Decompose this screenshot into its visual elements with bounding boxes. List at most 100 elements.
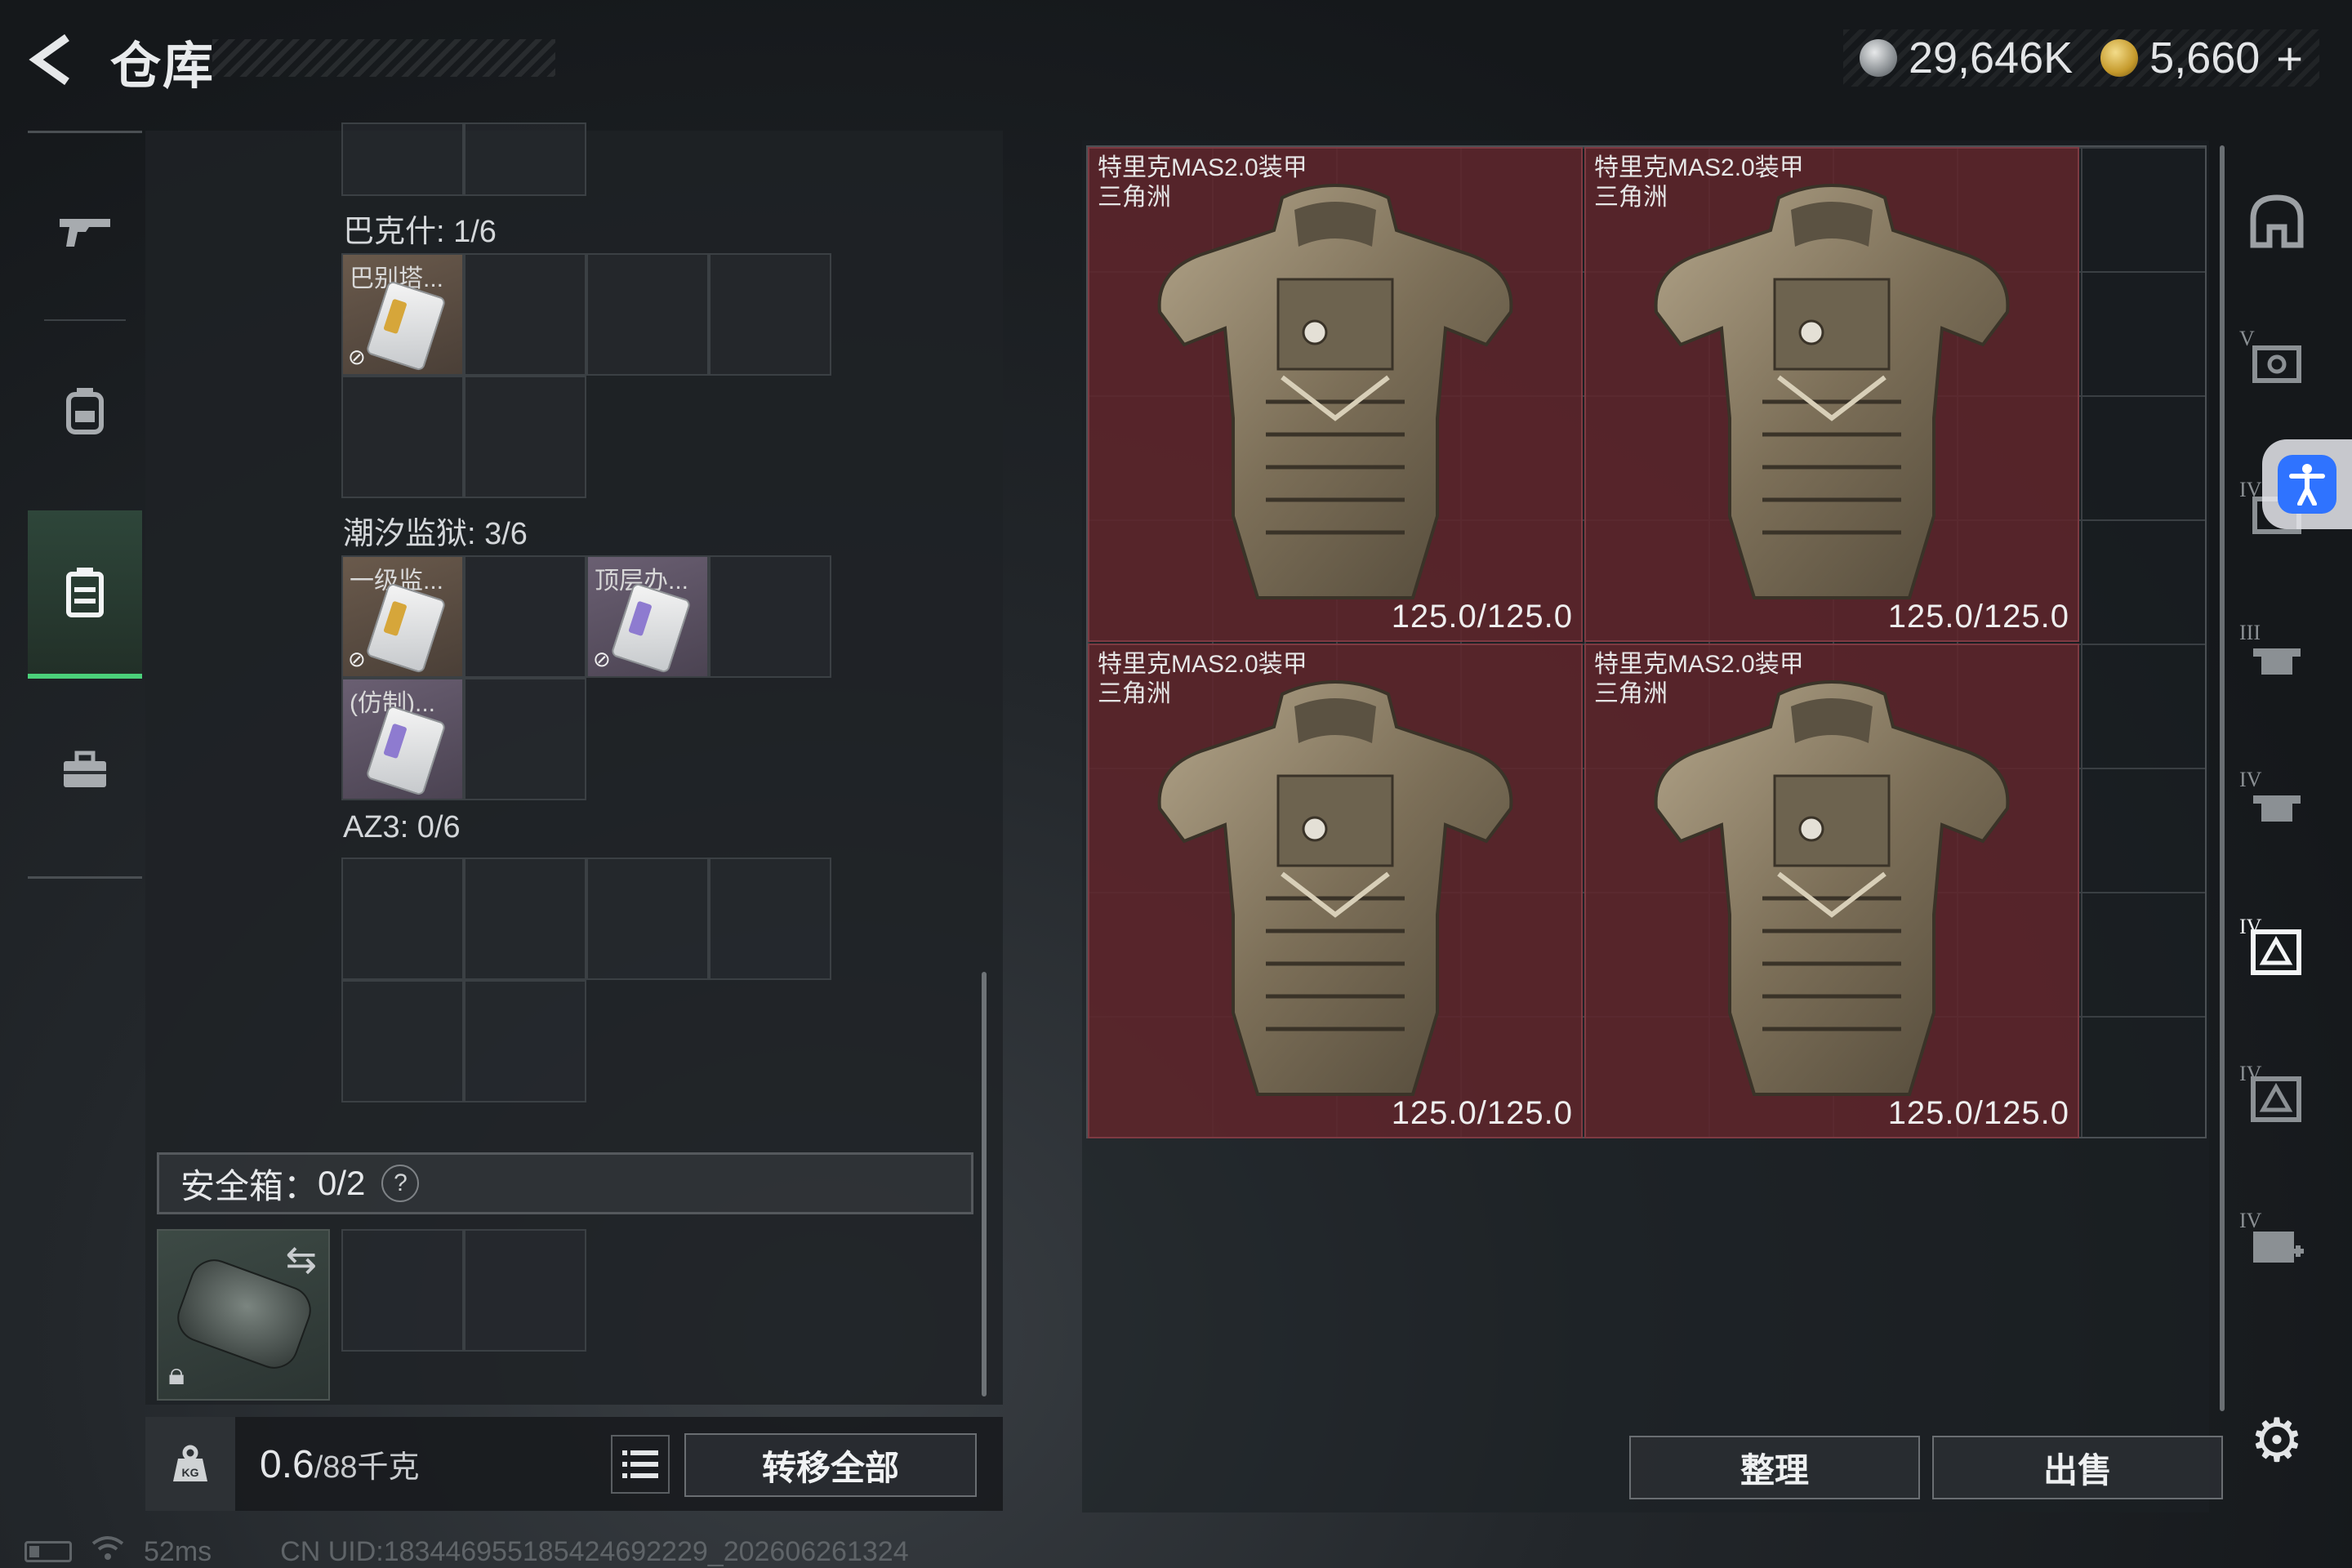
transfer-all-button[interactable]: 转移全部 xyxy=(684,1433,977,1497)
inventory-scrollbar[interactable] xyxy=(2220,145,2225,1411)
wifi-icon xyxy=(91,1535,124,1568)
grid-slot[interactable] xyxy=(341,980,464,1102)
item-durability: 125.0/125.0 xyxy=(1887,599,2069,635)
body-armor-icon xyxy=(1640,173,2024,630)
storage-scrollbar[interactable] xyxy=(982,972,987,1396)
list-view-button[interactable] xyxy=(611,1435,670,1494)
nav-divider xyxy=(44,319,126,321)
item-name: 特里克MAS2.0装甲 三角洲 xyxy=(1594,154,1804,211)
silver-coin-icon xyxy=(1859,39,1897,77)
case-icon xyxy=(66,568,104,617)
item-name: 特里克MAS2.0装甲 三角洲 xyxy=(1594,651,1804,707)
gold-amount: 5,660 xyxy=(2149,33,2261,82)
top-bar: 仓库 29,646K 5,660 + xyxy=(0,0,2352,122)
settings-gear-icon[interactable]: ⚙ xyxy=(2244,1406,2310,1474)
nav-gear[interactable] xyxy=(28,329,142,492)
grid-slot[interactable] xyxy=(709,858,831,980)
filter-helmet[interactable] xyxy=(2239,184,2314,259)
filter-armor-tier[interactable]: V xyxy=(2239,327,2314,402)
grid-slot[interactable] xyxy=(341,122,464,196)
armor-item[interactable]: 特里克MAS2.0装甲 三角洲 125.0/125.0 xyxy=(1088,644,1583,1138)
lock-icon: 🔒︎ xyxy=(168,1357,185,1392)
filter-medkit[interactable]: IV xyxy=(2239,1209,2314,1284)
currency-display: 29,646K 5,660 + xyxy=(1842,29,2319,87)
safebox-slot[interactable] xyxy=(464,1229,586,1352)
body-armor-icon xyxy=(1143,173,1527,630)
kg-weight-icon: KG xyxy=(173,1445,207,1481)
filter-triangle-vest[interactable]: IV xyxy=(2239,915,2314,990)
safebox-container[interactable]: ⇆ 🔒︎ xyxy=(157,1229,330,1401)
weight-current: 0.6 xyxy=(260,1443,314,1486)
add-currency-button[interactable]: + xyxy=(2276,32,2303,85)
body-armor-icon xyxy=(1143,670,1527,1127)
item-slot[interactable]: 顶层办... ⊘ xyxy=(586,555,709,678)
gold-coin-icon xyxy=(2100,39,2139,77)
grid-slot[interactable] xyxy=(341,376,464,498)
nav-toolbox[interactable] xyxy=(28,688,142,852)
organize-button[interactable]: 整理 xyxy=(1629,1436,1920,1499)
body-armor-icon xyxy=(1640,670,2024,1127)
grid-slot[interactable] xyxy=(464,858,586,980)
unbound-icon: ⊘ xyxy=(348,345,366,369)
grid-slot[interactable] xyxy=(464,376,586,498)
filter-rig-tier[interactable]: IV xyxy=(2239,768,2314,843)
armor-item[interactable]: 特里克MAS2.0装甲 三角洲 125.0/125.0 xyxy=(1088,147,1583,642)
svg-text:KG: KG xyxy=(182,1466,199,1479)
grid-slot[interactable] xyxy=(709,253,831,376)
toolbox-icon xyxy=(64,751,106,787)
unbound-icon: ⊘ xyxy=(348,647,366,671)
item-durability: 125.0/125.0 xyxy=(1887,1095,2069,1131)
grid-slot[interactable] xyxy=(464,122,586,196)
nav-storage[interactable] xyxy=(28,510,142,679)
weight-value: 0.6/88千克 xyxy=(260,1441,420,1487)
grid-slot[interactable] xyxy=(464,555,586,678)
section-title: AZ3: 0/6 xyxy=(343,810,461,844)
person-icon xyxy=(2289,464,2325,506)
safebox-slot[interactable] xyxy=(341,1229,464,1352)
item-slot[interactable]: (仿制)... xyxy=(341,678,464,800)
list-icon xyxy=(622,1450,658,1478)
grid-slot[interactable] xyxy=(464,980,586,1102)
item-durability: 125.0/125.0 xyxy=(1391,1095,1573,1131)
uid-text: CN UID:1834469551854246922​29_2026062613… xyxy=(280,1535,909,1567)
filter-rig-tier[interactable]: III xyxy=(2239,621,2314,696)
armor-item[interactable]: 特里克MAS2.0装甲 三角洲 125.0/125.0 xyxy=(1584,644,2079,1138)
armor-item[interactable]: 特里克MAS2.0装甲 三角洲 125.0/125.0 xyxy=(1584,147,2079,642)
item-slot[interactable]: 一级监... ⊘ xyxy=(341,555,464,678)
safebox-header: 安全箱： 0/2 ? xyxy=(157,1152,973,1214)
title-decoration xyxy=(212,39,555,77)
section-title: 潮汐监狱: 3/6 xyxy=(343,517,528,551)
ping-value: 52ms xyxy=(144,1535,212,1567)
item-durability: 125.0/125.0 xyxy=(1391,599,1573,635)
sell-button[interactable]: 出售 xyxy=(1932,1436,2223,1499)
safebox-count: 0/2 xyxy=(318,1164,366,1202)
grid-slot[interactable] xyxy=(586,858,709,980)
swap-icon[interactable]: ⇆ xyxy=(285,1237,317,1281)
weight-max: /88千克 xyxy=(314,1450,420,1485)
rifle-icon xyxy=(60,219,110,247)
wifi-signal-icon xyxy=(91,1536,124,1560)
weight-bar: KG 0.6/88千克 转移全部 xyxy=(145,1417,1003,1511)
back-arrow-icon xyxy=(29,33,69,86)
silver-amount: 29,646K xyxy=(1908,33,2074,82)
safebox-label: 安全箱： xyxy=(180,1166,318,1205)
item-name: 特里克MAS2.0装甲 三角洲 xyxy=(1098,154,1307,211)
grid-slot[interactable] xyxy=(586,253,709,376)
vest-icon xyxy=(2252,345,2301,383)
grid-slot[interactable] xyxy=(341,858,464,980)
accessibility-button[interactable] xyxy=(2262,439,2352,529)
filter-triangle-vest[interactable]: IV xyxy=(2239,1062,2314,1137)
helmet-icon xyxy=(2250,194,2304,248)
back-button[interactable] xyxy=(24,31,82,88)
accessibility-icon xyxy=(2278,455,2336,514)
grid-slot[interactable] xyxy=(464,253,586,376)
left-nav xyxy=(28,131,142,879)
help-icon[interactable]: ? xyxy=(381,1165,420,1202)
backpack-icon xyxy=(66,388,104,434)
nav-weapons[interactable] xyxy=(28,149,142,313)
battery-icon xyxy=(24,1541,72,1562)
grid-slot[interactable] xyxy=(709,555,831,678)
weight-icon: KG xyxy=(145,1417,235,1511)
grid-slot[interactable] xyxy=(464,678,586,800)
item-slot[interactable]: 巴别塔... ⊘ xyxy=(341,253,464,376)
